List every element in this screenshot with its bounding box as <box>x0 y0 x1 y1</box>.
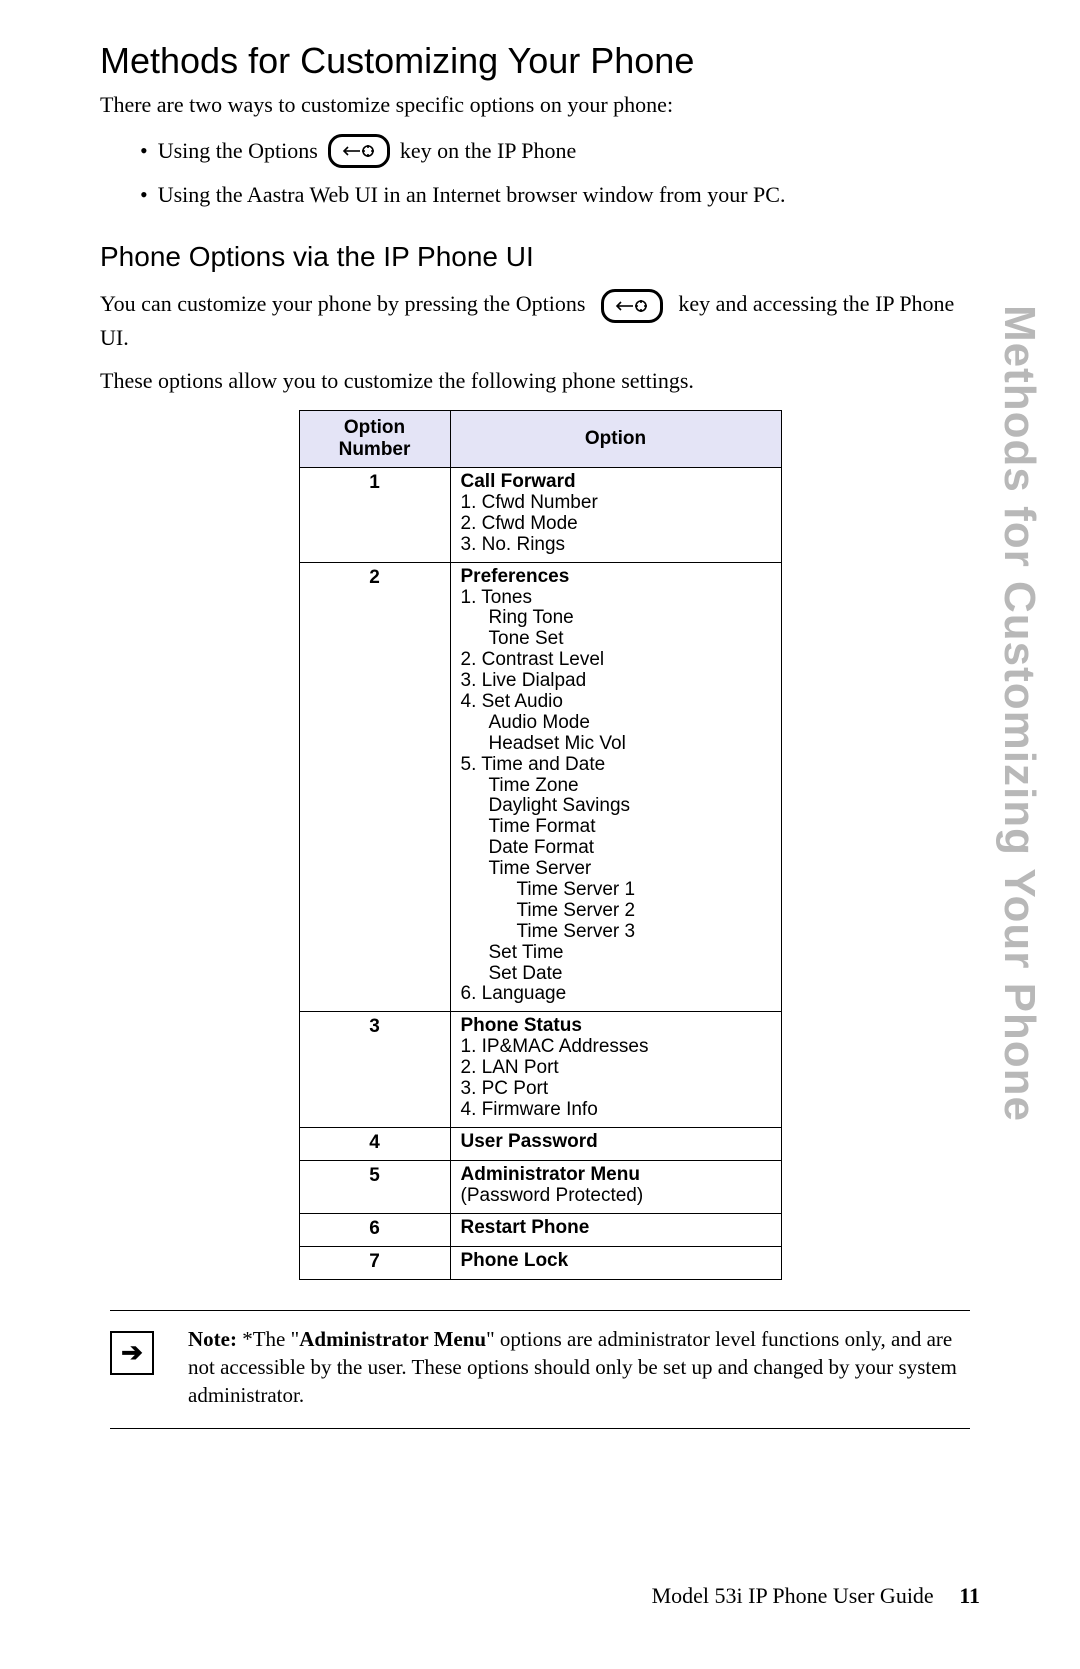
table-row: 3Phone Status1. IP&MAC Addresses2. LAN P… <box>299 1012 781 1127</box>
option-line: Time Server <box>489 859 771 880</box>
note-label: Note: <box>188 1327 242 1351</box>
note-body: *The " <box>242 1327 299 1351</box>
body-paragraph: You can customize your phone by pressing… <box>100 289 980 353</box>
option-cell: Preferences1. TonesRing ToneTone Set2. C… <box>450 562 781 1012</box>
paragraph-text: You can customize your phone by pressing… <box>100 291 585 316</box>
option-line: Headset Mic Vol <box>489 734 771 755</box>
option-cell: Phone Lock <box>450 1246 781 1279</box>
page-heading: Methods for Customizing Your Phone <box>100 40 980 82</box>
body-paragraph: These options allow you to customize the… <box>100 366 980 396</box>
option-line: (Password Protected) <box>461 1186 771 1207</box>
option-title: Restart Phone <box>461 1218 771 1239</box>
options-key-icon <box>328 134 390 168</box>
option-number-cell: 4 <box>299 1127 450 1160</box>
note-block: ➔ Note: *The "Administrator Menu" option… <box>110 1310 970 1429</box>
table-row: 5Administrator Menu(Password Protected) <box>299 1160 781 1213</box>
option-line: 6. Language <box>461 984 771 1005</box>
arrow-right-icon: ➔ <box>110 1331 154 1375</box>
option-line: Ring Tone <box>489 608 771 629</box>
option-line: Time Format <box>489 817 771 838</box>
option-line: Time Server 2 <box>517 901 771 922</box>
option-line: Date Format <box>489 838 771 859</box>
option-line: 1. Tones <box>461 588 771 609</box>
option-line: 4. Set Audio <box>461 692 771 713</box>
option-line: 1. Cfwd Number <box>461 493 771 514</box>
option-number-cell: 7 <box>299 1246 450 1279</box>
option-cell: Phone Status1. IP&MAC Addresses2. LAN Po… <box>450 1012 781 1127</box>
list-item: • Using the Options key on the IP Phone <box>140 134 980 168</box>
option-line: 1. IP&MAC Addresses <box>461 1037 771 1058</box>
option-title: Call Forward <box>461 472 771 493</box>
option-line: Tone Set <box>489 629 771 650</box>
option-title: Phone Lock <box>461 1251 771 1272</box>
table-header-option: Option <box>450 411 781 468</box>
option-cell: User Password <box>450 1127 781 1160</box>
table-row: 7 Phone Lock <box>299 1246 781 1279</box>
option-number-cell: 1 <box>299 468 450 563</box>
option-number-cell: 5 <box>299 1160 450 1213</box>
table-header-option-number: Option Number <box>299 411 450 468</box>
option-title: User Password <box>461 1132 771 1153</box>
list-item-text: Using the Aastra Web UI in an Internet b… <box>158 178 786 211</box>
option-line: 3. No. Rings <box>461 535 771 556</box>
option-line: 2. LAN Port <box>461 1058 771 1079</box>
list-item-text: key on the IP Phone <box>400 134 576 167</box>
list-item: • Using the Aastra Web UI in an Internet… <box>140 178 980 211</box>
option-number-cell: 6 <box>299 1213 450 1246</box>
methods-list: • Using the Options key on the IP Phone … <box>140 134 980 211</box>
option-line: Audio Mode <box>489 713 771 734</box>
list-item-text: Using the Options <box>158 134 318 167</box>
side-margin-title: Methods for Customizing Your Phone <box>994 305 1044 1122</box>
table-row: 1Call Forward1. Cfwd Number2. Cfwd Mode3… <box>299 468 781 563</box>
option-line: Time Server 3 <box>517 922 771 943</box>
footer-title: Model 53i IP Phone User Guide <box>652 1583 934 1608</box>
intro-paragraph: There are two ways to customize specific… <box>100 90 980 120</box>
section-heading: Phone Options via the IP Phone UI <box>100 241 980 273</box>
table-row: 6 Restart Phone <box>299 1213 781 1246</box>
option-cell: Restart Phone <box>450 1213 781 1246</box>
option-line: 3. Live Dialpad <box>461 671 771 692</box>
table-row: 4 User Password <box>299 1127 781 1160</box>
option-title: Phone Status <box>461 1016 771 1037</box>
note-text: Note: *The "Administrator Menu" options … <box>188 1325 970 1410</box>
option-cell: Call Forward1. Cfwd Number2. Cfwd Mode3.… <box>450 468 781 563</box>
options-key-icon <box>601 289 663 323</box>
table-row: 2Preferences1. TonesRing ToneTone Set2. … <box>299 562 781 1012</box>
option-number-cell: 2 <box>299 562 450 1012</box>
bullet-icon: • <box>140 134 148 167</box>
option-title: Preferences <box>461 567 771 588</box>
option-line: Daylight Savings <box>489 796 771 817</box>
option-line: 2. Contrast Level <box>461 650 771 671</box>
bullet-icon: • <box>140 178 148 211</box>
option-line: 4. Firmware Info <box>461 1100 771 1121</box>
option-line: 2. Cfwd Mode <box>461 514 771 535</box>
option-line: Time Zone <box>489 776 771 797</box>
option-number-cell: 3 <box>299 1012 450 1127</box>
option-line: 3. PC Port <box>461 1079 771 1100</box>
option-line: Time Server 1 <box>517 880 771 901</box>
option-cell: Administrator Menu(Password Protected) <box>450 1160 781 1213</box>
document-page: Methods for Customizing Your Phone There… <box>0 0 1080 1669</box>
note-emphasis: Administrator Menu <box>299 1327 486 1351</box>
page-number: 11 <box>959 1583 980 1608</box>
option-title: Administrator Menu <box>461 1165 771 1186</box>
option-line: Set Date <box>489 964 771 985</box>
option-line: 5. Time and Date <box>461 755 771 776</box>
options-table: Option Number Option 1Call Forward1. Cfw… <box>299 410 782 1280</box>
page-footer: Model 53i IP Phone User Guide 11 <box>652 1583 980 1609</box>
option-line: Set Time <box>489 943 771 964</box>
